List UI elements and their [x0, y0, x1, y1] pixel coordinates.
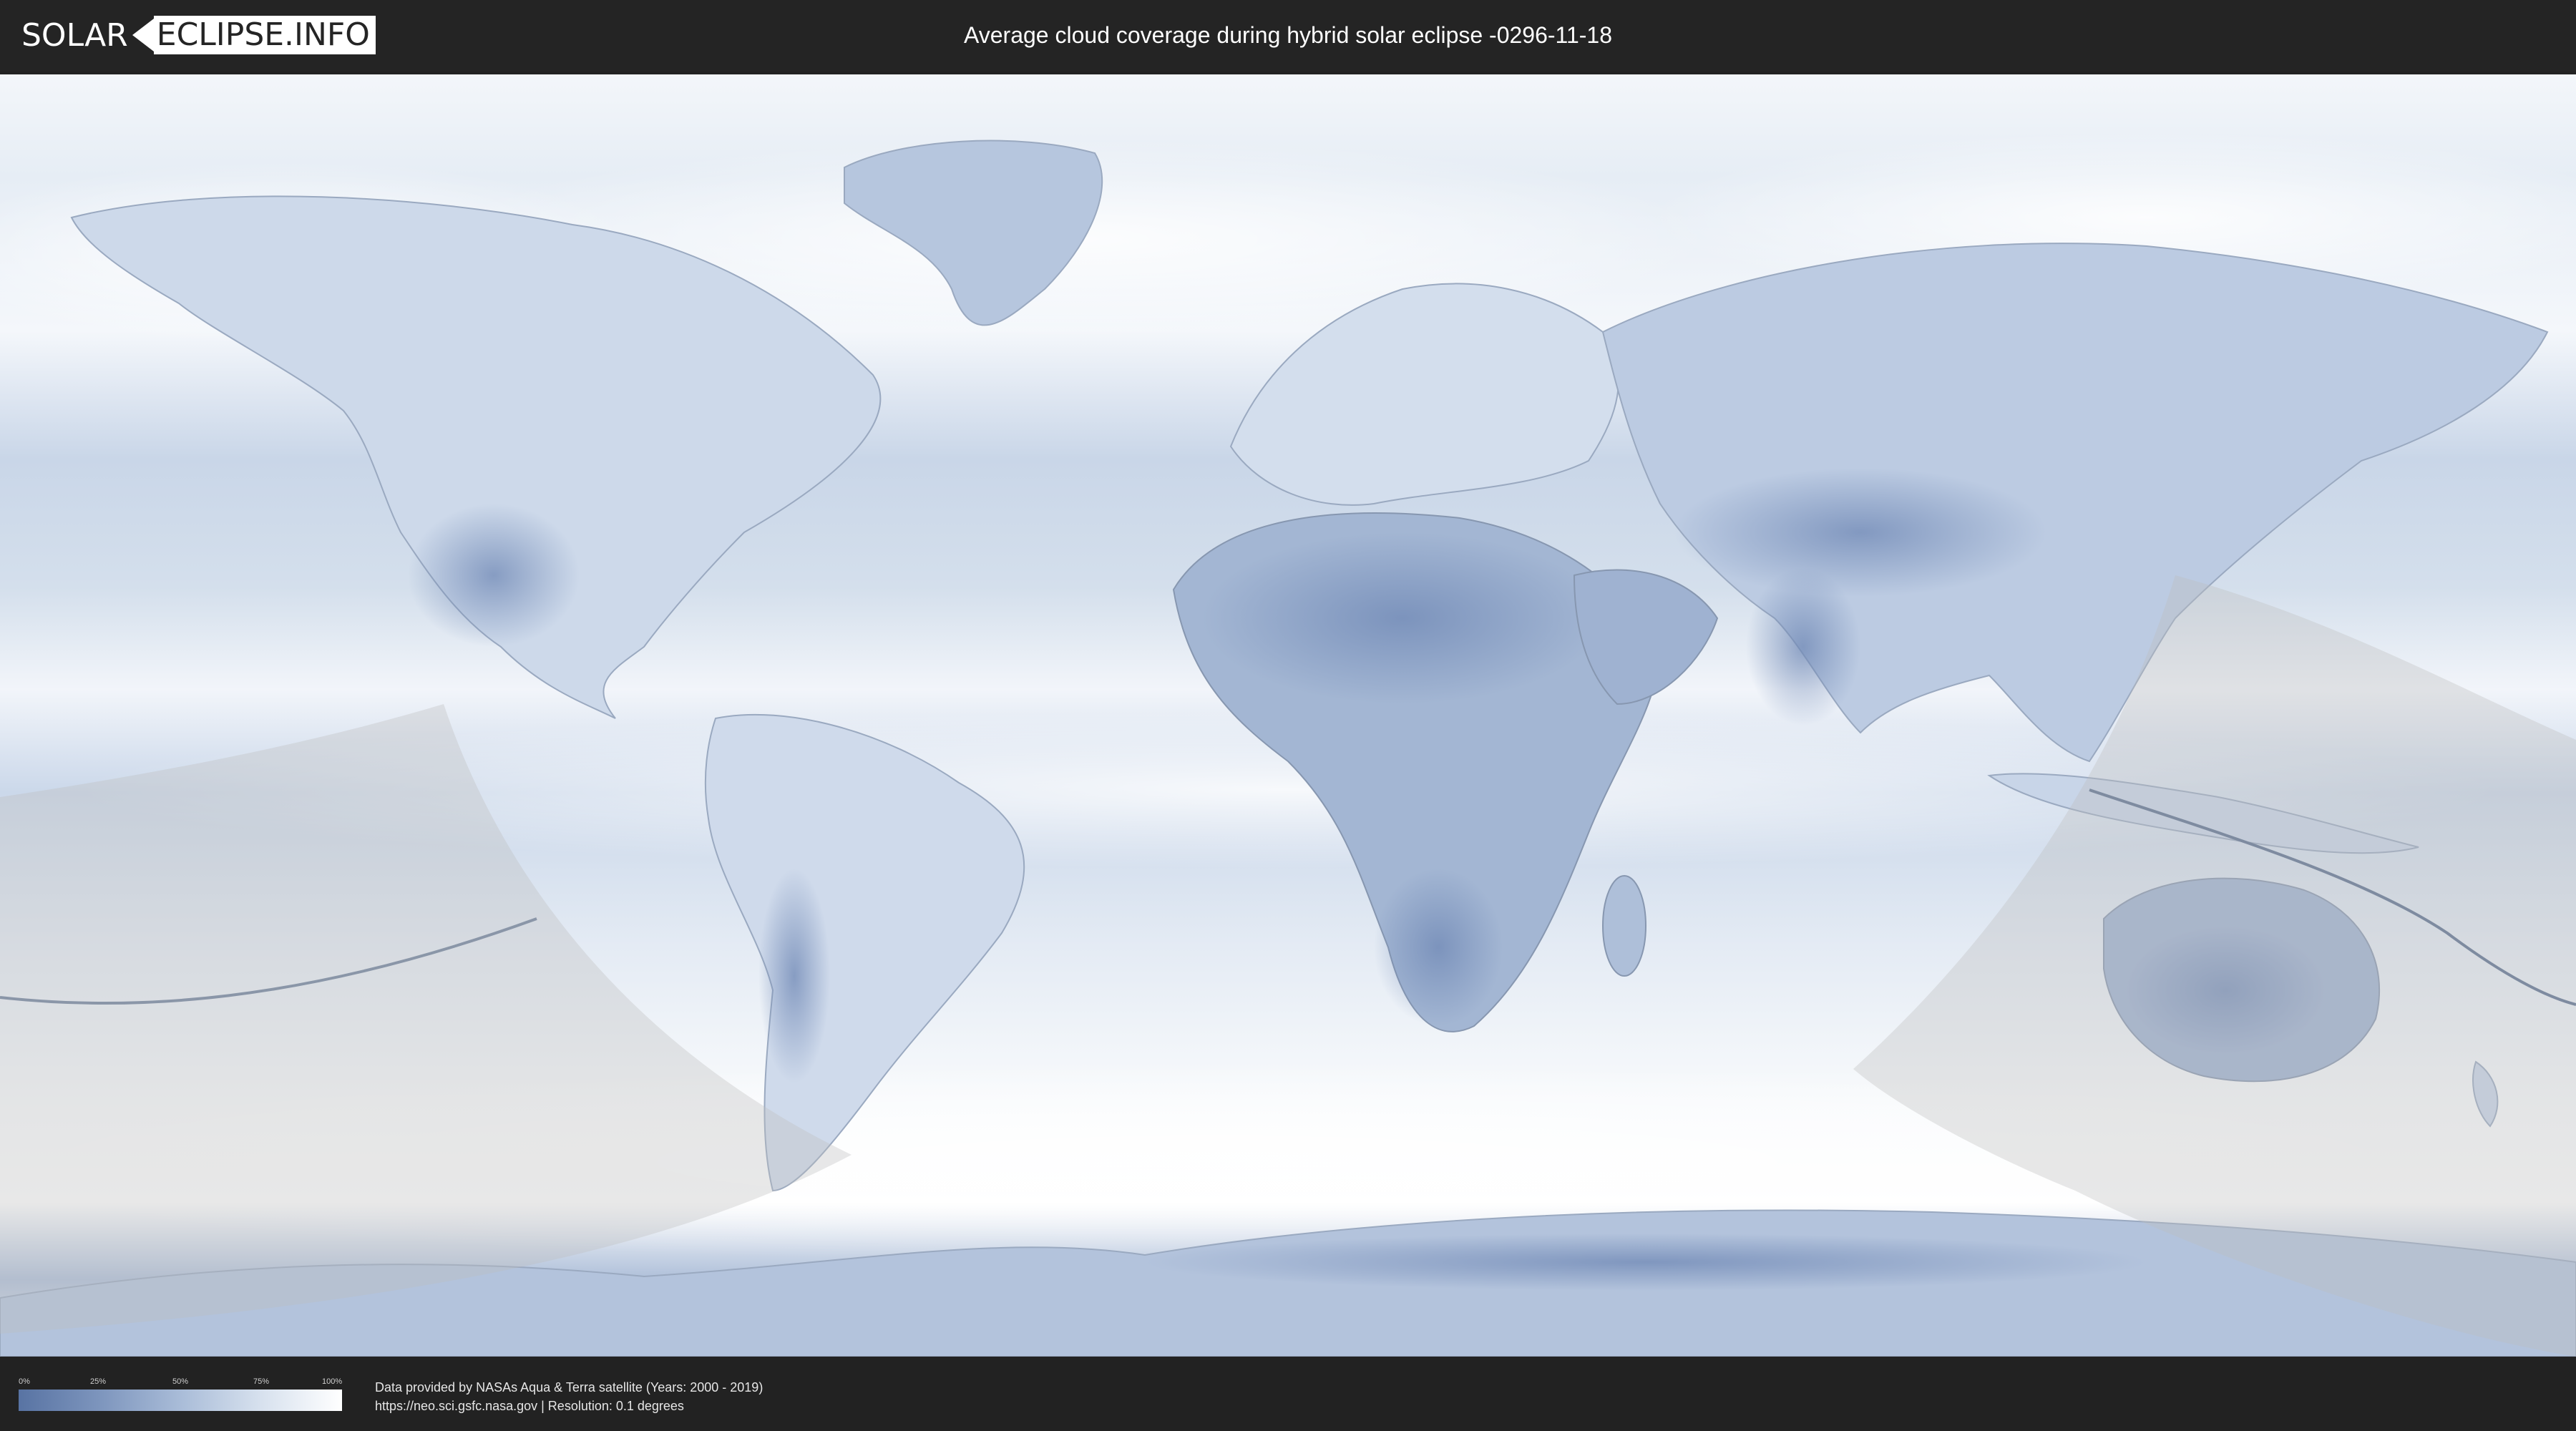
- clear-sky-area: [408, 504, 580, 647]
- credits-line-url: https://neo.sci.gsfc.nasa.gov | Resoluti…: [375, 1399, 684, 1413]
- legend-tick-50: 50%: [172, 1377, 189, 1386]
- legend-tick-75: 75%: [253, 1377, 270, 1386]
- cloud-coverage-legend: 0% 25% 50% 75% 100%: [19, 1377, 342, 1415]
- app-window: SOLAR ECLIPSE.INFO Average cloud coverag…: [0, 0, 2576, 1431]
- legend-tick-25: 25%: [90, 1377, 107, 1386]
- credits-line-source: Data provided by NASAs Aqua & Terra sate…: [375, 1380, 763, 1395]
- clear-sky-area: [1145, 1234, 2147, 1291]
- clear-sky-india: [1746, 568, 1860, 726]
- header-bar: SOLAR ECLIPSE.INFO Average cloud coverag…: [0, 0, 2576, 72]
- legend-tick-100: 100%: [322, 1377, 343, 1386]
- data-credits: Data provided by NASAs Aqua & Terra sate…: [375, 1378, 763, 1415]
- clear-sky-area: [758, 869, 830, 1083]
- clear-sky-area: [1674, 468, 2046, 597]
- legend-tick-0: 0%: [19, 1377, 30, 1386]
- page-title: Average cloud coverage during hybrid sol…: [963, 22, 1613, 48]
- map-canvas: [0, 74, 2576, 1357]
- legend-gradient-bar: [19, 1390, 342, 1411]
- clear-sky-sahara: [1202, 532, 1603, 704]
- cloud-coverage-map[interactable]: [0, 74, 2576, 1357]
- landmass-madagascar: [1602, 875, 1646, 977]
- clear-sky-area: [1374, 869, 1503, 1026]
- footer-bar: 0% 25% 50% 75% 100% Data provided by NAS…: [0, 1358, 2576, 1431]
